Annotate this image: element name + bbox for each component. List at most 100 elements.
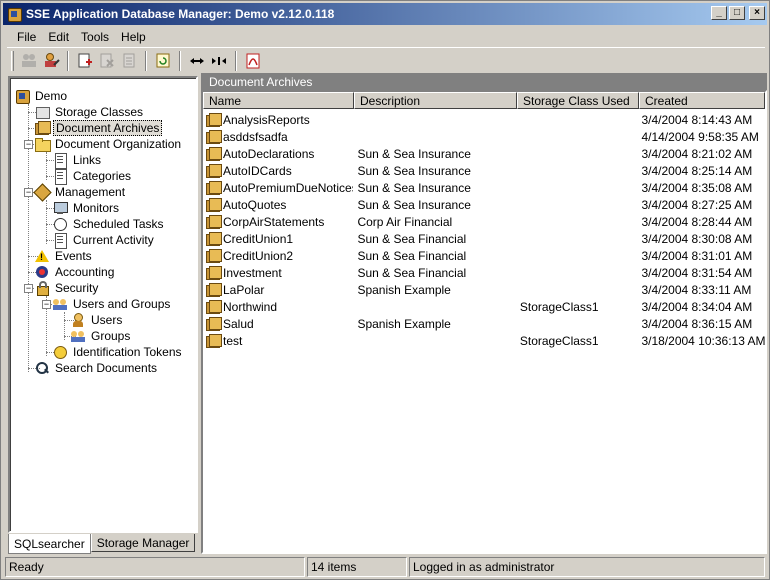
search-icon	[34, 360, 50, 376]
tab-sqlsearcher[interactable]: SQLsearcher	[8, 534, 91, 554]
maximize-button[interactable]: □	[729, 6, 745, 20]
collapse-icon[interactable]	[208, 50, 230, 72]
tree-node-current-activity[interactable]: Current Activity	[52, 232, 156, 249]
tree-node-demo[interactable]: Demo	[14, 88, 69, 104]
table-row[interactable]: CreditUnion1 Sun & Sea Financial 3/4/2004 …	[203, 230, 765, 247]
tree-node-accounting[interactable]: Accounting	[34, 264, 116, 280]
tree-node-categories[interactable]: Categories	[52, 168, 133, 185]
cell-created: 3/4/2004 8:28:44 AM	[641, 214, 753, 229]
column-header-created[interactable]: Created	[639, 92, 765, 109]
title-bar[interactable]: SSE Application Database Manager: Demo v…	[3, 3, 767, 25]
toolbar-separator	[179, 50, 181, 71]
menu-file[interactable]: File	[7, 29, 42, 45]
tree-node-identification-tokens[interactable]: Identification Tokens	[52, 344, 184, 360]
cell-name: AutoPremiumDueNotices	[203, 180, 353, 196]
cell-created: 3/4/2004 8:33:11 AM	[641, 282, 752, 297]
table-row[interactable]: Salud Spanish Example 3/4/2004 8:36:15 AM	[203, 315, 765, 332]
cell-name: CreditUnion2	[203, 248, 353, 264]
refresh-icon[interactable]	[152, 50, 174, 72]
table-row[interactable]: AutoDeclarations Sun & Sea Insurance 3/4/2…	[203, 145, 765, 162]
document-add-icon[interactable]	[74, 50, 96, 72]
table-row[interactable]: LaPolar Spanish Example 3/4/2004 8:33:11 A…	[203, 281, 765, 298]
table-row[interactable]: CreditUnion2 Sun & Sea Financial 3/4/2004 …	[203, 247, 765, 264]
table-row[interactable]: test StorageClass1 3/18/2004 10:36:13 AM	[203, 332, 765, 349]
cell-description: Spanish Example	[357, 316, 451, 331]
tree-node-security[interactable]: Security	[34, 280, 100, 296]
tree-label-users-and-groups: Users and Groups	[73, 297, 171, 311]
toolbar-separator	[145, 50, 147, 71]
archive-name: Investment	[223, 265, 282, 280]
tree-node-document-archives[interactable]: Document Archives	[34, 120, 163, 136]
archive-name: AutoPremiumDueNotices	[223, 180, 354, 195]
archive-icon	[205, 248, 222, 264]
archive-icon	[205, 180, 222, 196]
navigation-tree[interactable]: − − − − Demo Storage Classes Document Ar…	[8, 76, 198, 533]
archive-icon	[205, 112, 222, 128]
user-edit-icon[interactable]	[40, 50, 62, 72]
table-row[interactable]: Investment Sun & Sea Financial 3/4/2004 8:…	[203, 264, 765, 281]
cell-storage-class: StorageClass1	[519, 299, 599, 314]
tree-label-security: Security	[55, 281, 99, 295]
table-row[interactable]: AutoIDCards Sun & Sea Insurance 3/4/2004 8…	[203, 162, 765, 179]
minimize-button[interactable]: _	[711, 6, 727, 20]
column-header-description[interactable]: Description	[354, 92, 517, 109]
cell-description: Sun & Sea Financial	[357, 231, 467, 246]
tree-label-monitors: Monitors	[73, 201, 120, 215]
tree-label-current-activity: Current Activity	[73, 233, 154, 247]
tree-label-groups: Groups	[91, 329, 131, 343]
menu-help[interactable]: Help	[115, 29, 152, 45]
menu-edit[interactable]: Edit	[42, 29, 75, 45]
archive-name: CreditUnion1	[223, 231, 294, 246]
menu-tools[interactable]: Tools	[75, 29, 115, 45]
warning-icon	[34, 248, 50, 264]
tree-node-events[interactable]: Events	[34, 248, 94, 264]
archive-name: CreditUnion2	[223, 248, 294, 263]
tree-node-document-organization[interactable]: Document Organization	[34, 136, 183, 152]
close-button[interactable]: ×	[749, 6, 765, 20]
left-panel-tabs: SQLsearcher Storage Manager	[8, 534, 196, 554]
tree-node-users[interactable]: Users	[70, 312, 124, 328]
tree-node-search-documents[interactable]: Search Documents	[34, 360, 159, 376]
column-header-storage-class[interactable]: Storage Class Used	[517, 92, 639, 109]
cell-name: asddsfsadfa	[203, 129, 353, 145]
move-left-right-icon[interactable]	[186, 50, 208, 72]
expander-document-organization[interactable]: −	[24, 140, 33, 149]
cell-name: Salud	[203, 316, 353, 332]
cell-created: 3/4/2004 8:34:04 AM	[641, 299, 753, 314]
tree-label-document-organization: Document Organization	[55, 137, 182, 151]
column-headers: Name Description Storage Class Used Crea…	[203, 92, 765, 109]
tree-node-management[interactable]: Management	[34, 184, 127, 200]
tree-node-links[interactable]: Links	[52, 152, 103, 169]
status-ready: Ready	[5, 557, 305, 577]
column-header-name[interactable]: Name	[203, 92, 354, 109]
tree-node-scheduled-tasks[interactable]: Scheduled Tasks	[52, 216, 166, 232]
tree-label-management: Management	[55, 185, 126, 199]
tree-node-storage-classes[interactable]: Storage Classes	[34, 104, 145, 120]
document-remove-icon[interactable]	[96, 50, 118, 72]
table-row[interactable]: AnalysisReports 3/4/2004 8:14:43 AM	[203, 111, 765, 128]
expander-management[interactable]: −	[24, 188, 33, 197]
expander-security[interactable]: −	[24, 284, 33, 293]
cell-name: AnalysisReports	[203, 112, 353, 128]
tree-node-groups[interactable]: Groups	[70, 328, 132, 344]
table-row[interactable]: AutoQuotes Sun & Sea Insurance 3/4/2004 8:…	[203, 196, 765, 213]
tree-node-users-and-groups[interactable]: Users and Groups	[52, 296, 172, 312]
tree-label-events: Events	[55, 249, 92, 263]
table-row[interactable]: AutoPremiumDueNotices Sun & Sea Insurance…	[203, 179, 765, 196]
table-row[interactable]: CorpAirStatements Corp Air Financial 3/4/2…	[203, 213, 765, 230]
document-icon[interactable]	[118, 50, 140, 72]
toolbar-separator	[67, 50, 69, 71]
expander-users-and-groups[interactable]: −	[42, 300, 51, 309]
users-icon[interactable]	[18, 50, 40, 72]
archive-name: AnalysisReports	[223, 112, 310, 127]
tab-storage-manager[interactable]: Storage Manager	[90, 534, 196, 552]
toolbar-grip[interactable]	[11, 50, 14, 71]
archive-icon	[205, 333, 222, 349]
archives-list[interactable]: Name Description Storage Class Used Crea…	[201, 90, 767, 554]
links-icon	[52, 152, 68, 169]
table-row[interactable]: Northwind StorageClass1 3/4/2004 8:34:04 A…	[203, 298, 765, 315]
tree-node-monitors[interactable]: Monitors	[52, 200, 121, 216]
archive-icon	[205, 214, 222, 230]
pdf-icon[interactable]	[242, 50, 264, 72]
table-row[interactable]: asddsfsadfa 4/14/2004 9:58:35 AM	[203, 128, 765, 145]
